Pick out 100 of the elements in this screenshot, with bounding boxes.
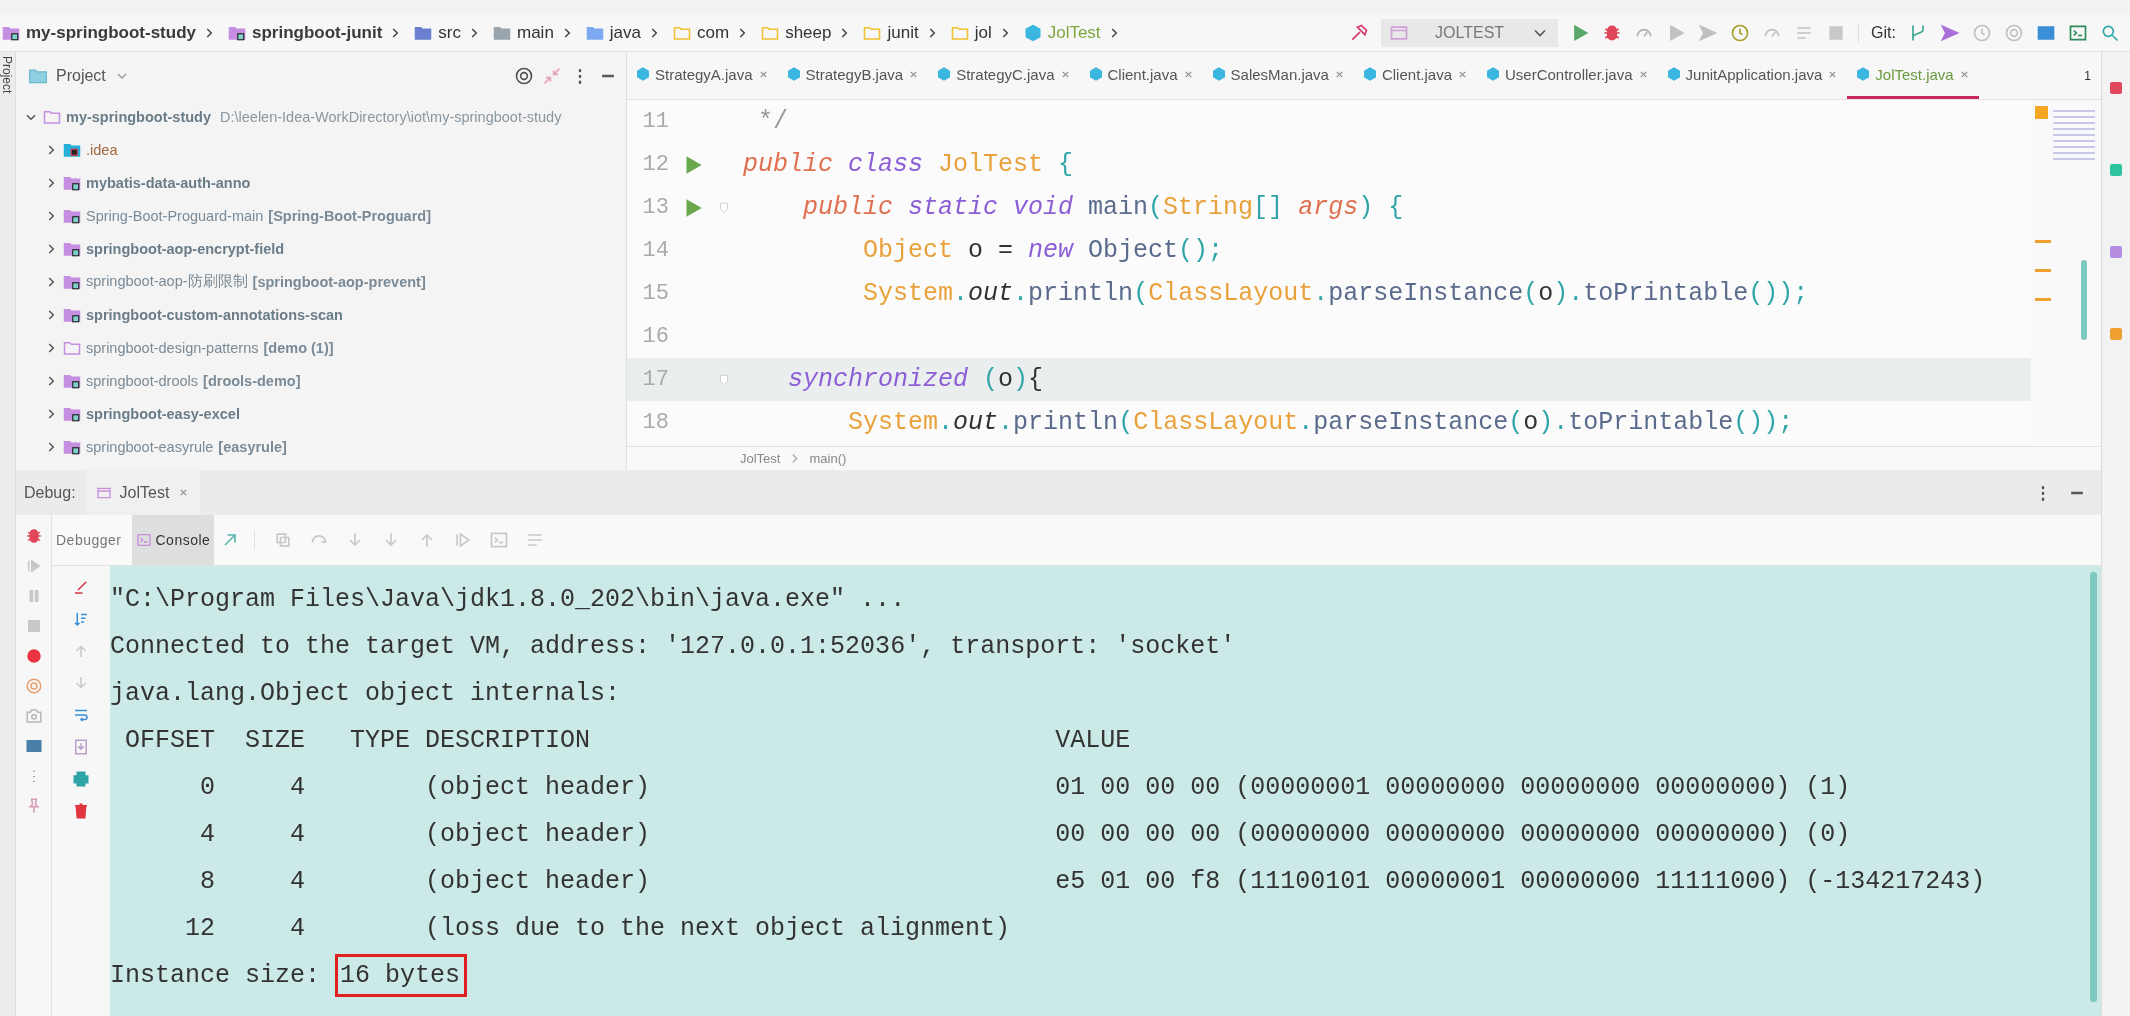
breadcrumb-item[interactable]: com (697, 23, 730, 43)
table-cell-text: (object header) (424, 867, 652, 896)
debug-tab[interactable]: Console (131, 515, 215, 565)
column-header: TYPE (350, 726, 411, 755)
target-icon[interactable] (514, 66, 534, 86)
column-header: VALUE (1055, 726, 1131, 755)
folder-icon (2, 24, 20, 42)
line-number: 16 (641, 324, 669, 349)
table-cell: 8 (200, 867, 215, 896)
tool-window-icon[interactable] (2110, 246, 2122, 258)
editor-tab[interactable]: UserController.java (1477, 52, 1658, 99)
table-cell-text: (loss due to the next object alignment) (424, 914, 1012, 943)
code-text: System.out.println(ClassLayout.parseInstance(o).toPrintable()); (862, 279, 1809, 308)
collapse-icon[interactable] (542, 66, 562, 86)
breadcrumb-item[interactable]: java (609, 23, 642, 43)
console-line: Connected to the target VM, address: '127.0.0.1:52036', transport: 'socket' (110, 632, 1236, 661)
code-text: public static void main(String[] args) { (802, 193, 1404, 222)
console-line: Instance size: (110, 961, 321, 990)
tool-window-icon[interactable] (2110, 82, 2122, 94)
tree-item[interactable]: .idea (16, 133, 626, 166)
folder-icon (761, 24, 780, 42)
folder-icon (414, 24, 433, 42)
code-text: synchronized (o){ (787, 365, 1044, 394)
tool-window-icon[interactable] (2110, 164, 2122, 176)
debug-label: Debug: (23, 483, 77, 502)
hammer-icon[interactable] (1349, 23, 1370, 43)
tool-window-icon[interactable] (2110, 328, 2122, 340)
cube-icon (1855, 66, 1872, 82)
line-number: 18 (641, 410, 669, 435)
breadcrumb-item[interactable]: jol (974, 23, 992, 43)
table-cell: 12 (185, 914, 215, 943)
breadcrumb-item[interactable]: springboot-junit (252, 23, 383, 43)
project-tool-tab[interactable]: Project (0, 56, 14, 94)
table-cell-text: (object header) (424, 773, 652, 802)
editor-tab[interactable]: Client.java (1353, 52, 1477, 99)
tree-item[interactable]: springboot-aop-encrypt-field (16, 232, 626, 265)
cube-icon (1023, 24, 1042, 42)
cube-icon (635, 66, 651, 82)
breadcrumb-item[interactable]: main() (809, 451, 847, 466)
editor-tab[interactable]: Client.java (1079, 52, 1203, 99)
editor-tab[interactable]: StrategyC.java (928, 52, 1080, 99)
tree-item[interactable]: springboot-easy-excel (16, 397, 626, 430)
breakpoint-icon[interactable] (24, 647, 43, 665)
cube-icon (1087, 66, 1104, 82)
brush-icon[interactable] (72, 578, 90, 596)
debug-icon[interactable] (1602, 23, 1623, 43)
import-icon[interactable] (72, 738, 90, 756)
git-label: Git: (1858, 24, 1896, 42)
bug-icon[interactable] (24, 527, 43, 545)
size-value: 16 bytes (335, 954, 468, 997)
cube-icon (936, 66, 953, 82)
folder-icon (950, 24, 969, 42)
tree-item[interactable]: springboot-custom-annotations-scan (16, 298, 626, 331)
panel-title[interactable]: Project (56, 67, 106, 85)
console-line: java.lang.Object object internals: (110, 679, 621, 708)
breadcrumb-item[interactable]: sheep (785, 23, 832, 43)
editor-tab[interactable]: SalesMan.java (1202, 52, 1354, 99)
line-number: 14 (641, 238, 669, 263)
run-config-dropdown[interactable]: JOLTEST (1381, 19, 1559, 47)
terminal-icon[interactable] (2068, 23, 2088, 43)
scrollbar-thumb[interactable] (2081, 260, 2087, 340)
column-header: OFFSET (125, 726, 215, 755)
cube-icon (1210, 66, 1227, 82)
fold-icon[interactable] (717, 372, 731, 387)
table-cell: 4 (290, 914, 305, 943)
tree-item[interactable]: mybatis-data-auth-anno (16, 166, 626, 199)
tab-overflow-count[interactable]: 1 (2084, 68, 2101, 83)
editor-tab[interactable]: StrategyA.java (627, 52, 778, 99)
window-icon (1389, 23, 1410, 43)
ring-icon[interactable] (24, 677, 43, 695)
table-cell: 00 00 00 00 (00000000 00000000 00000000 00000000) (0) (1055, 820, 1851, 849)
history-icon[interactable] (1972, 23, 1992, 43)
line-number: 12 (641, 152, 669, 177)
table-cell: 4 (290, 867, 305, 896)
console-line: "C:\Program Files\Java\jdk1.8.0_202\bin\java.exe" ... (110, 585, 906, 614)
table-cell: 4 (200, 820, 215, 849)
breadcrumb-item[interactable]: junit (887, 23, 919, 43)
editor-tab[interactable]: JunitApplication.java (1657, 52, 1848, 99)
tree-item[interactable]: my-springboot-study D:\leelen-Idea-WorkDirectory\iot\my-springboot-study (16, 100, 626, 133)
code-text: System.out.println(ClassLayout.parseInstance(o).toPrintable()); (847, 408, 1794, 437)
column-header: DESCRIPTION (424, 726, 592, 755)
scrollbar-thumb[interactable] (2090, 572, 2097, 1002)
code-text: Object o = new Object(); (862, 236, 1224, 265)
breadcrumb-item[interactable]: main (517, 23, 554, 43)
breadcrumb-item[interactable]: my-springboot-study (26, 23, 196, 43)
editor-tab[interactable]: StrategyB.java (777, 52, 929, 99)
send-icon[interactable] (1940, 23, 1960, 43)
terminal-icon (135, 532, 152, 548)
trash-icon[interactable] (72, 802, 90, 820)
sort-icon[interactable] (72, 610, 90, 628)
line-number: 11 (641, 109, 669, 134)
clock-icon[interactable] (1730, 23, 1751, 43)
code-text: */ (757, 107, 788, 136)
fold-icon[interactable] (717, 200, 731, 215)
camera-icon[interactable] (24, 707, 43, 725)
session-tab[interactable]: JolTest (85, 470, 201, 515)
table-cell: 01 00 00 00 (00000001 00000000 00000000 00000000) (1) (1055, 773, 1851, 802)
breadcrumb-item[interactable]: src (438, 23, 461, 43)
search-icon[interactable] (2100, 23, 2120, 43)
folder-icon (228, 24, 246, 42)
